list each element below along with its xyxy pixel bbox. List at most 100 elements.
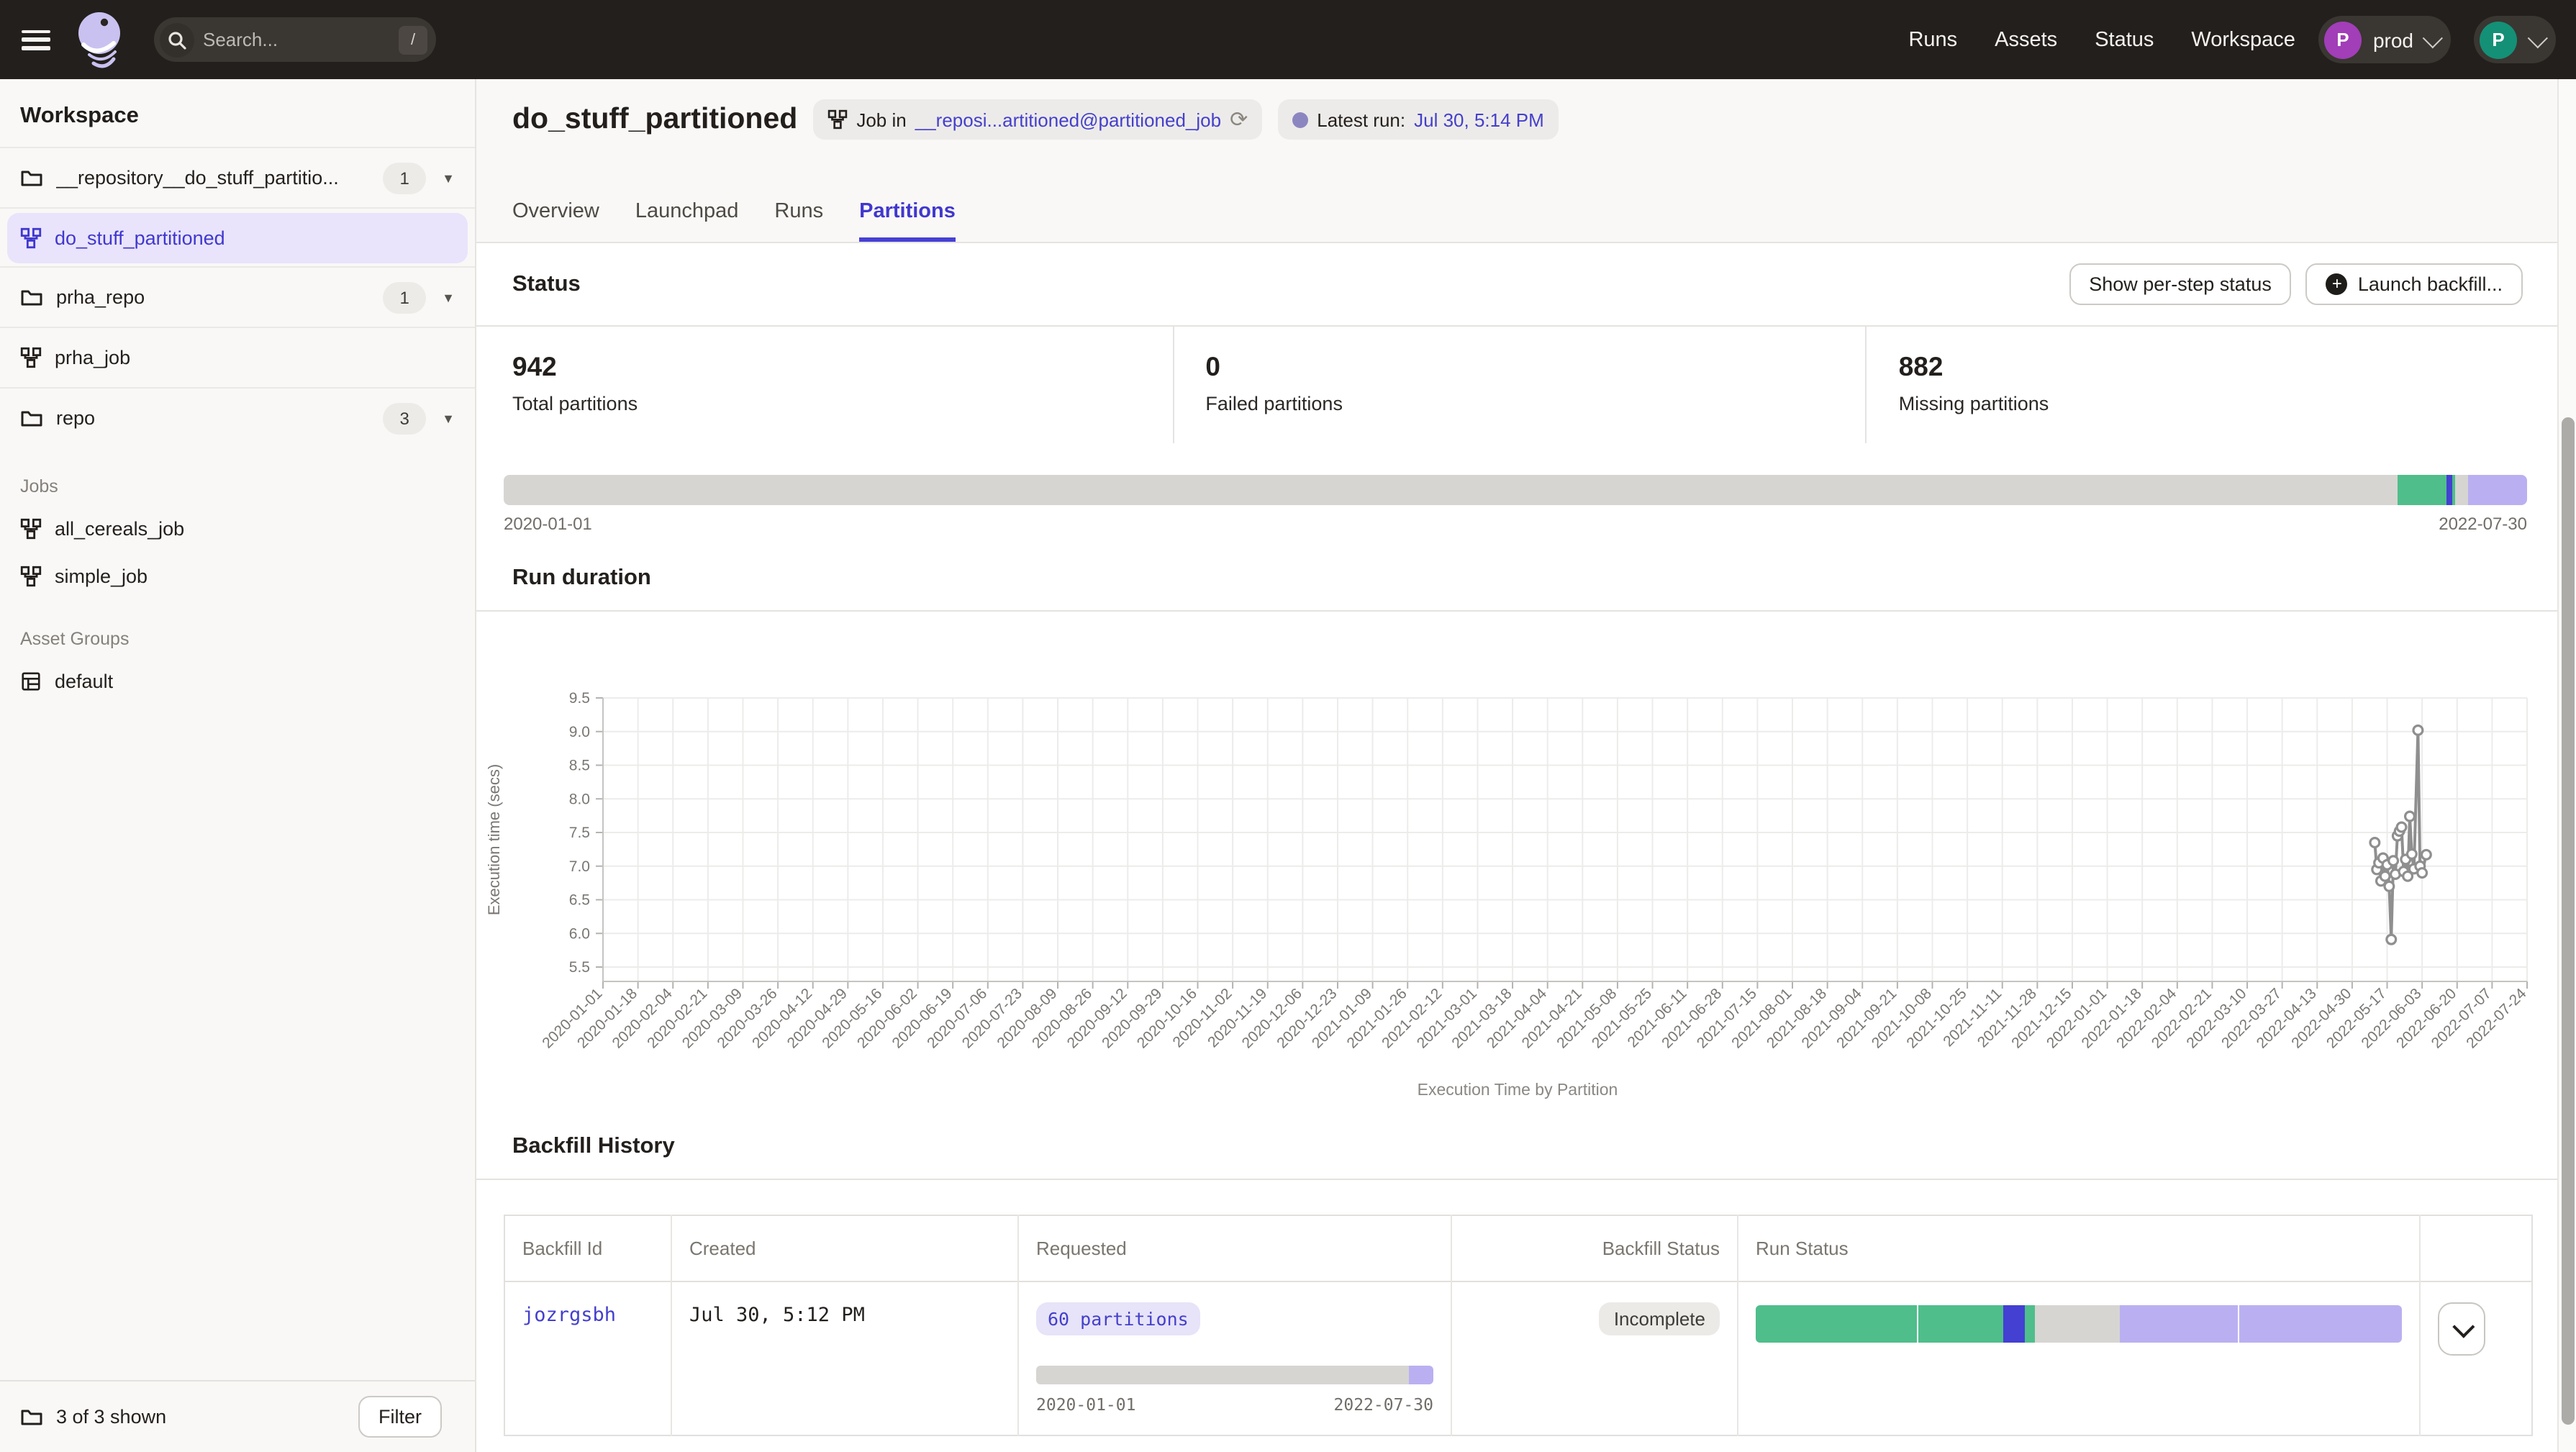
search-icon: [160, 22, 194, 57]
execution-time-chart[interactable]: 5.56.06.57.07.58.08.59.09.52020-01-01202…: [476, 640, 2559, 1072]
sidebar-item-label: repo: [56, 407, 383, 429]
tab-partitions[interactable]: Partitions: [859, 200, 956, 242]
plus-icon: +: [2326, 273, 2348, 295]
user-menu[interactable]: P: [2474, 16, 2556, 63]
partition-status-bar[interactable]: [504, 475, 2527, 505]
dagster-app: Search... / Runs Assets Status Workspace…: [0, 0, 2576, 1452]
tab-launchpad[interactable]: Launchpad: [635, 200, 739, 242]
job-origin-prefix: Job in: [856, 109, 906, 130]
folder-icon: [20, 407, 43, 430]
main-content: do_stuff_partitioned Job in __reposi...a…: [476, 79, 2559, 1452]
sidebar-item-repository-do-stuff[interactable]: __repository__do_stuff_partitio... 1 ▼: [0, 147, 475, 207]
job-origin-link[interactable]: __reposi...artitioned@partitioned_job: [915, 109, 1221, 130]
sidebar-item-simple-job[interactable]: simple_job: [0, 553, 475, 600]
status-heading: Status: [512, 271, 581, 297]
user-avatar: P: [2480, 21, 2517, 58]
latest-run-tag: Latest run: Jul 30, 5:14 PM: [1278, 99, 1559, 140]
col-run-status: Run Status: [1738, 1215, 2420, 1281]
svg-text:8.5: 8.5: [569, 758, 590, 774]
latest-run-label: Latest run:: [1317, 109, 1405, 130]
filter-button[interactable]: Filter: [358, 1396, 442, 1438]
chevron-down-icon: [2528, 27, 2548, 47]
backfill-id-link[interactable]: jozrgsbh: [522, 1304, 616, 1327]
caret-down-icon[interactable]: ▼: [442, 290, 455, 304]
svg-text:6.5: 6.5: [569, 892, 590, 909]
sidebar-item-do-stuff-partitioned[interactable]: do_stuff_partitioned: [7, 213, 468, 263]
sidebar-section-jobs: Jobs: [0, 448, 475, 505]
sidebar-item-label: __repository__do_stuff_partitio...: [56, 167, 383, 189]
sidebar-item-all-cereals-job[interactable]: all_cereals_job: [0, 505, 475, 553]
expand-row-button[interactable]: [2438, 1302, 2485, 1356]
folder-icon: [20, 166, 43, 189]
backfill-table-row: jozrgsbh Jul 30, 5:12 PM 60 partitions 2…: [504, 1281, 2532, 1435]
backfill-history-header: Backfill History: [476, 1099, 2559, 1180]
stat-failed-partitions: 0 Failed partitions: [1172, 327, 1865, 443]
sidebar-item-label: simple_job: [55, 566, 148, 587]
show-per-step-status-button[interactable]: Show per-step status: [2069, 263, 2292, 305]
nav-status[interactable]: Status: [2095, 28, 2154, 51]
sidebar-item-default[interactable]: default: [0, 658, 475, 705]
count-badge: 3: [383, 402, 426, 434]
sidebar-item-prha-job[interactable]: prha_job: [0, 327, 475, 387]
requested-range-end: 2022-07-30: [1334, 1394, 1434, 1415]
search-placeholder: Search...: [203, 29, 399, 50]
stat-label: Failed partitions: [1205, 393, 1865, 414]
page-title: do_stuff_partitioned: [512, 102, 797, 137]
stat-missing-partitions: 882 Missing partitions: [1866, 327, 2559, 443]
partition-stats: 942 Total partitions 0 Failed partitions…: [476, 325, 2559, 443]
tab-runs[interactable]: Runs: [774, 200, 823, 242]
launch-backfill-button[interactable]: +Launch backfill...: [2306, 263, 2523, 305]
sidebar-item-repo[interactable]: repo 3 ▼: [0, 387, 475, 448]
run-status-dot-icon: [1292, 112, 1308, 127]
workspace-sidebar: Workspace __repository__do_stuff_partiti…: [0, 79, 476, 1452]
backfill-status-badge: Incomplete: [1600, 1302, 1720, 1335]
sidebar-item-prha-repo[interactable]: prha_repo 1 ▼: [0, 266, 475, 327]
nav-runs[interactable]: Runs: [1908, 28, 1957, 51]
dagster-logo-icon[interactable]: [71, 8, 128, 71]
chevron-down-icon: [2423, 27, 2443, 47]
nav-workspace[interactable]: Workspace: [2191, 28, 2295, 51]
chart-caption: Execution Time by Partition: [476, 1082, 2559, 1099]
backfill-history-heading: Backfill History: [512, 1134, 675, 1158]
status-section-header: Status Show per-step status +Launch back…: [476, 243, 2559, 325]
count-badge: 1: [383, 162, 426, 194]
backfill-created: Jul 30, 5:12 PM: [689, 1304, 865, 1327]
top-navbar: Search... / Runs Assets Status Workspace…: [0, 0, 2576, 79]
menu-icon[interactable]: [22, 30, 50, 50]
svg-text:Execution time (secs): Execution time (secs): [485, 764, 503, 915]
caret-down-icon[interactable]: ▼: [442, 171, 455, 185]
caret-down-icon[interactable]: ▼: [442, 411, 455, 425]
nav-assets[interactable]: Assets: [1995, 28, 2057, 51]
refresh-icon[interactable]: ⟳: [1230, 106, 1248, 132]
tab-overview[interactable]: Overview: [512, 200, 599, 242]
job-origin-tag: Job in __reposi...artitioned@partitioned…: [813, 99, 1262, 140]
page-scrollbar[interactable]: [2557, 79, 2576, 1452]
requested-range-bar: [1036, 1366, 1433, 1384]
sidebar-item-label: all_cereals_job: [55, 518, 184, 540]
svg-text:6.0: 6.0: [569, 925, 590, 942]
stat-value: 882: [1899, 351, 2559, 383]
deployment-switcher[interactable]: P prod: [2318, 16, 2451, 63]
svg-text:7.0: 7.0: [569, 858, 590, 875]
sidebar-item-label: prha_job: [55, 347, 461, 368]
job-tabs: Overview Launchpad Runs Partitions: [512, 200, 956, 242]
col-requested: Requested: [1018, 1215, 1451, 1281]
asset-group-icon: [20, 671, 42, 692]
scrollbar-thumb[interactable]: [2562, 417, 2575, 1425]
backfill-table-header-row: Backfill Id Created Requested Backfill S…: [504, 1215, 2532, 1281]
run-duration-heading: Run duration: [512, 566, 651, 590]
partition-status-bar-wrap: 2020-01-01 2022-07-30: [476, 443, 2559, 534]
col-backfill-status: Backfill Status: [1451, 1215, 1738, 1281]
requested-partitions-chip[interactable]: 60 partitions: [1036, 1302, 1200, 1335]
chevron-down-icon: [2452, 1316, 2475, 1338]
requested-range-start: 2020-01-01: [1036, 1394, 1136, 1415]
stat-value: 942: [512, 351, 1172, 383]
svg-text:5.5: 5.5: [569, 959, 590, 976]
top-nav-links: Runs Assets Status Workspace: [1908, 28, 2295, 51]
run-status-bar[interactable]: [1756, 1305, 2402, 1343]
latest-run-link[interactable]: Jul 30, 5:14 PM: [1414, 109, 1544, 130]
folder-icon: [20, 286, 43, 309]
col-backfill-id: Backfill Id: [504, 1215, 671, 1281]
job-page-header: do_stuff_partitioned Job in __reposi...a…: [476, 79, 2559, 243]
search-input[interactable]: Search... /: [154, 17, 436, 62]
